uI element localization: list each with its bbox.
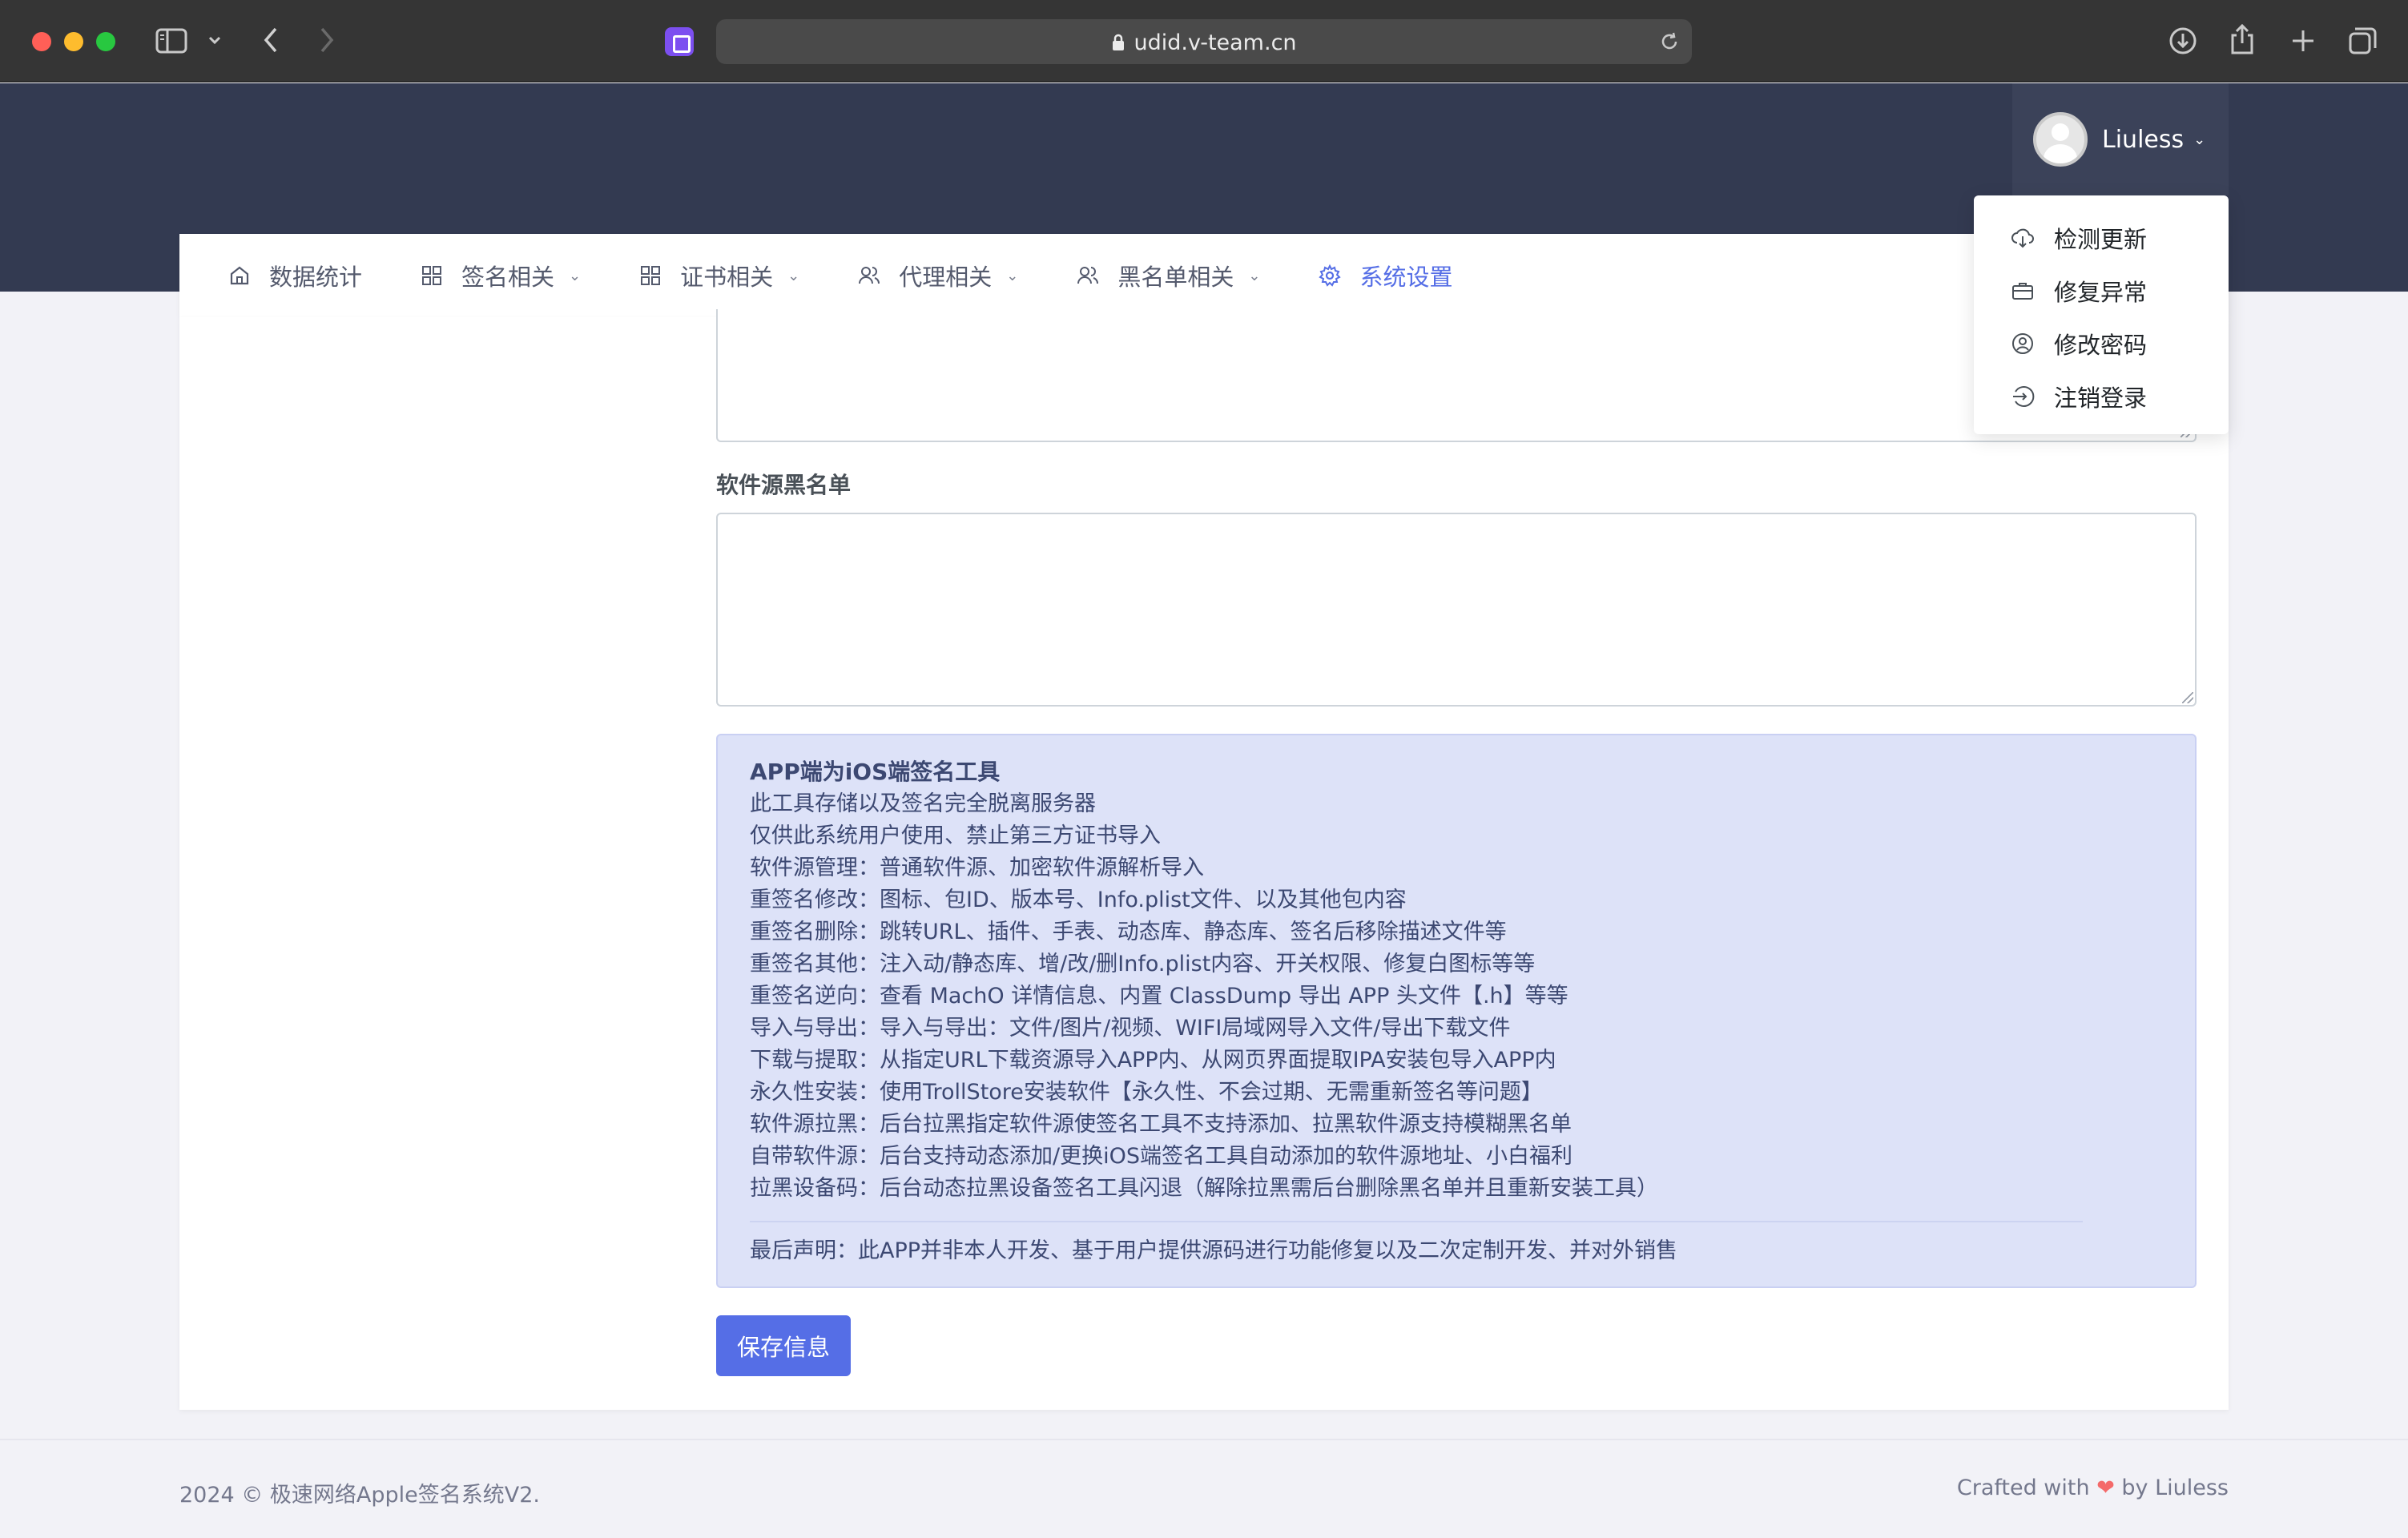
menu-item-label: 修复异常	[2054, 279, 2148, 306]
menu-item-label: 注销登录	[2054, 384, 2148, 412]
chevron-down-icon: ⌄	[1248, 267, 1261, 284]
nav-item-signing[interactable]: 签名相关 ⌄	[420, 259, 581, 292]
lock-icon	[1111, 32, 1125, 57]
info-line: 软件源拉黑：后台拉黑指定软件源使签名工具不支持添加、拉黑软件源支持模糊黑名单	[750, 1112, 1572, 1137]
info-line: 重签名修改：图标、包ID、版本号、Info.plist文件、以及其他包内容	[750, 888, 1407, 912]
users-icon	[857, 264, 881, 288]
info-alert: APP端为iOS端签名工具 此工具存储以及签名完全脱离服务器 仅供此系统用户使用…	[716, 734, 2197, 1288]
nav-item-label: 黑名单相关	[1117, 264, 1234, 291]
downloads-icon[interactable]	[2168, 26, 2198, 56]
chevron-down-icon: ⌄	[787, 267, 800, 284]
nav-item-agents[interactable]: 代理相关 ⌄	[857, 259, 1018, 292]
avatar	[2033, 112, 2088, 167]
share-icon[interactable]	[2229, 22, 2256, 56]
back-icon[interactable]	[261, 26, 280, 54]
minimize-window-button[interactable]	[64, 32, 83, 51]
close-window-button[interactable]	[32, 32, 51, 51]
forward-icon[interactable]	[317, 26, 336, 54]
chevron-down-icon: ⌄	[2193, 131, 2206, 148]
nav-item-label: 签名相关	[461, 264, 555, 291]
nav-item-label: 数据统计	[269, 264, 363, 291]
info-line: 下载与提取：从指定URL下载资源导入APP内、从网页界面提取IPA安装包导入AP…	[750, 1048, 1556, 1073]
menu-item-label: 检测更新	[2054, 226, 2148, 253]
logout-icon	[2011, 384, 2035, 409]
info-line: 拉黑设备码：后台动态拉黑设备签名工具闪退（解除拉黑需后台删除黑名单并且重新安装工…	[750, 1176, 1658, 1201]
chevron-down-icon: ⌄	[569, 267, 582, 284]
info-line: 重签名其他：注入动/静态库、增/改/删Info.plist内容、开关权限、修复白…	[750, 952, 1536, 976]
grid-icon	[420, 264, 444, 288]
info-line: 重签名逆向：查看 MachO 详情信息、内置 ClassDump 导出 APP …	[750, 984, 1568, 1009]
chevron-down-icon: ⌄	[1006, 267, 1019, 284]
menu-item-label: 修改密码	[2054, 332, 2148, 359]
info-line: 软件源管理：普通软件源、加密软件源解析导入	[750, 856, 1204, 880]
info-line: 重签名删除：跳转URL、插件、手表、动态库、静态库、签名后移除描述文件等	[750, 920, 1507, 944]
info-line: 永久性安装：使用TrollStore安装软件【永久性、不会过期、无需重新签名等问…	[750, 1080, 1543, 1105]
divider	[750, 1221, 2083, 1222]
nav-item-certificates[interactable]: 证书相关 ⌄	[638, 259, 799, 292]
cloud-download-icon	[2011, 226, 2035, 250]
info-footer-note: 最后声明：此APP并非本人开发、基于用户提供源码进行功能修复以及二次定制开发、并…	[750, 1238, 1678, 1263]
info-line: 自带软件源：后台支持动态添加/更换iOS端签名工具自动添加的软件源地址、小白福利	[750, 1144, 1572, 1169]
copyright-text: 2024 © 极速网络Apple签名系统V2.	[179, 1483, 540, 1508]
gear-icon	[1318, 264, 1342, 288]
users-icon	[1076, 264, 1100, 288]
user-menu-toggle[interactable]: Liuless ⌄	[2012, 83, 2229, 195]
menu-item-check-update[interactable]: 检测更新	[1974, 211, 2229, 264]
info-line: 导入与导出：导入与导出：文件/图片/视频、WIFI局域网导入文件/导出下载文件	[750, 1016, 1511, 1041]
briefcase-icon	[2011, 279, 2035, 303]
user-name: Liuless	[2102, 125, 2185, 154]
nav-item-dashboard[interactable]: 数据统计	[228, 259, 362, 292]
info-line: 此工具存储以及签名完全脱离服务器	[750, 791, 1096, 816]
browser-toolbar: udid.v-team.cn	[0, 0, 2408, 83]
zoom-window-button[interactable]	[96, 32, 115, 51]
crafted-suffix: by Liuless	[2114, 1476, 2229, 1500]
nav-item-label: 证书相关	[680, 264, 774, 291]
grid-icon	[638, 264, 662, 288]
nav-item-blacklist[interactable]: 黑名单相关 ⌄	[1076, 259, 1260, 292]
extension-icon[interactable]	[665, 27, 694, 56]
menu-item-repair[interactable]: 修复异常	[1974, 264, 2229, 317]
resize-handle[interactable]	[2182, 692, 2193, 703]
menu-item-logout[interactable]: 注销登录	[1974, 370, 2229, 423]
main-nav: 数据统计 签名相关 ⌄ 证书相关 ⌄ 代理相关 ⌄ 黑名单相关 ⌄ 系统设置	[179, 234, 2229, 317]
user-dropdown-menu: 检测更新 修复异常 修改密码 注销登录	[1974, 195, 2229, 434]
menu-item-change-password[interactable]: 修改密码	[1974, 317, 2229, 370]
user-circle-icon	[2011, 332, 2035, 356]
home-icon	[228, 264, 252, 288]
address-bar[interactable]: udid.v-team.cn	[716, 19, 1692, 64]
nav-item-label: 系统设置	[1359, 264, 1453, 291]
save-button[interactable]: 保存信息	[716, 1315, 851, 1376]
url-text: udid.v-team.cn	[1134, 30, 1297, 55]
crafted-by: Crafted with ❤ by Liuless	[1957, 1476, 2229, 1500]
blacklist-textarea[interactable]	[716, 513, 2197, 707]
settings-card: 软件源黑名单 APP端为iOS端签名工具 此工具存储以及签名完全脱离服务器 仅供…	[179, 309, 2229, 1410]
sidebar-toggle-icon[interactable]	[155, 27, 187, 54]
info-title: APP端为iOS端签名工具	[750, 759, 1001, 785]
blacklist-label: 软件源黑名单	[716, 472, 852, 498]
crafted-prefix: Crafted with	[1956, 1476, 2097, 1500]
chevron-down-icon[interactable]	[207, 32, 223, 48]
tab-overview-icon[interactable]	[2347, 26, 2378, 56]
info-line: 仅供此系统用户使用、禁止第三方证书导入	[750, 823, 1161, 848]
page-footer: 2024 © 极速网络Apple签名系统V2. Crafted with ❤ b…	[0, 1439, 2408, 1538]
new-tab-icon[interactable]	[2289, 27, 2317, 54]
nav-item-settings[interactable]: 系统设置	[1318, 259, 1452, 292]
heart-icon: ❤	[2096, 1476, 2115, 1500]
nav-item-label: 代理相关	[899, 264, 993, 291]
reload-icon[interactable]	[1658, 30, 1681, 53]
